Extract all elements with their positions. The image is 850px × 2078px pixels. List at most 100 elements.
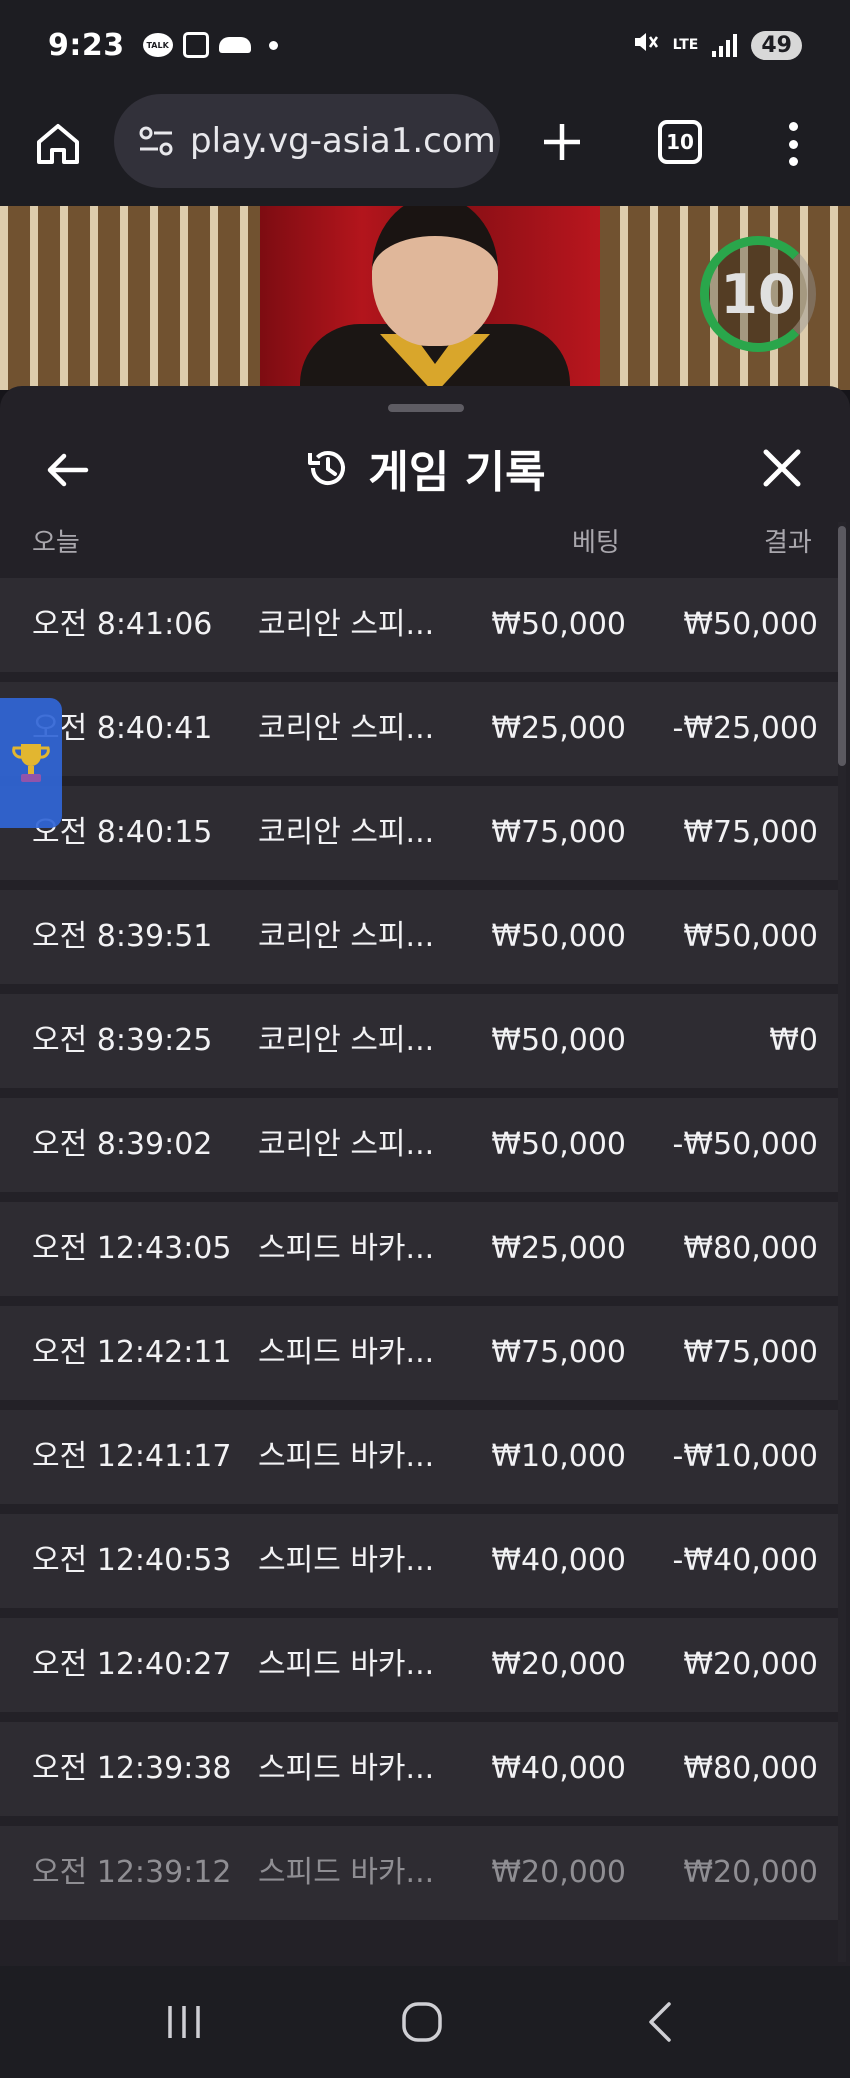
history-row[interactable]: 오전 12:41:17 스피드 바카... ₩10,000 -₩10,000 <box>0 1410 838 1504</box>
column-header-bet: 베팅 <box>572 528 620 558</box>
row-game: 코리안 스피... <box>258 815 435 850</box>
row-result: ₩50,000 <box>683 607 818 642</box>
row-bet: ₩20,000 <box>491 1855 626 1890</box>
column-headers: 오늘 베팅 결과 <box>0 522 850 564</box>
row-bet: ₩50,000 <box>491 1023 626 1058</box>
history-row[interactable]: 오전 8:40:41 코리안 스피... ₩25,000 -₩25,000 <box>0 682 838 776</box>
row-result: ₩0 <box>769 1023 818 1058</box>
row-result: ₩20,000 <box>683 1855 818 1890</box>
drag-handle[interactable] <box>388 404 464 412</box>
history-row[interactable]: 오전 12:39:38 스피드 바카... ₩40,000 ₩80,000 <box>0 1722 838 1816</box>
address-bar[interactable]: play.vg-asia1.com <box>114 94 500 188</box>
row-bet: ₩40,000 <box>491 1751 626 1786</box>
lte-icon: LTE <box>672 37 699 53</box>
row-bet: ₩50,000 <box>491 1127 626 1162</box>
screenshot-icon <box>182 32 209 58</box>
row-time: 오전 12:39:12 <box>32 1855 232 1890</box>
row-bet: ₩25,000 <box>491 1231 626 1266</box>
battery-icon: 49 <box>751 30 802 60</box>
row-game: 스피드 바카... <box>258 1335 435 1370</box>
system-status-icons: LTE 49 <box>631 28 802 63</box>
history-row[interactable]: 오전 8:39:02 코리안 스피... ₩50,000 -₩50,000 <box>0 1098 838 1192</box>
row-result: ₩80,000 <box>683 1231 818 1266</box>
row-game: 코리안 스피... <box>258 1023 435 1058</box>
row-game: 코리안 스피... <box>258 711 435 746</box>
home-circle-icon <box>402 2002 442 2042</box>
scrollbar-thumb[interactable] <box>838 526 846 766</box>
new-tab-button[interactable] <box>532 112 592 172</box>
row-bet: ₩10,000 <box>491 1439 626 1474</box>
more-vert-icon[interactable] <box>778 116 808 172</box>
history-row[interactable]: 오전 8:41:06 코리안 스피... ₩50,000 ₩50,000 <box>0 578 838 672</box>
kakaotalk-icon: TALK <box>142 33 173 57</box>
row-time: 오전 12:43:05 <box>32 1231 232 1266</box>
row-result: ₩20,000 <box>683 1647 818 1682</box>
home-icon <box>37 124 79 164</box>
back-nav-button[interactable] <box>630 1994 690 2050</box>
browser-toolbar: play.vg-asia1.com 10 <box>0 90 850 206</box>
close-button[interactable] <box>752 438 812 498</box>
row-time: 오전 8:39:02 <box>32 1127 213 1162</box>
shoe-icon <box>218 37 251 53</box>
row-result: ₩75,000 <box>683 1335 818 1370</box>
tune-icon[interactable] <box>136 121 176 161</box>
history-row[interactable]: 오전 12:42:11 스피드 바카... ₩75,000 ₩75,000 <box>0 1306 838 1400</box>
row-game: 스피드 바카... <box>258 1647 435 1682</box>
chevron-left-icon <box>649 2002 671 2042</box>
mute-icon <box>631 28 659 63</box>
row-bet: ₩75,000 <box>491 1335 626 1370</box>
history-row[interactable]: 오전 8:39:25 코리안 스피... ₩50,000 ₩0 <box>0 994 838 1088</box>
tabs-button[interactable]: 10 <box>658 120 702 164</box>
dealer-head <box>372 206 498 346</box>
row-result: -₩40,000 <box>672 1543 818 1578</box>
system-navigation-bar <box>0 1966 850 2078</box>
arrow-left-icon <box>47 453 89 487</box>
row-game: 코리안 스피... <box>258 607 435 642</box>
row-result: ₩50,000 <box>683 919 818 954</box>
column-header-date: 오늘 <box>32 528 80 558</box>
row-game: 스피드 바카... <box>258 1855 435 1890</box>
game-history-panel: 게임 기록 오늘 베팅 결과 오전 8:41:06 코리안 스피... ₩50,00… <box>0 386 850 1966</box>
row-time: 오전 12:42:11 <box>32 1335 232 1370</box>
row-game: 코리안 스피... <box>258 1127 435 1162</box>
row-bet: ₩50,000 <box>491 607 626 642</box>
history-row[interactable]: 오전 8:40:15 코리안 스피... ₩75,000 ₩75,000 <box>0 786 838 880</box>
row-game: 코리안 스피... <box>258 919 435 954</box>
home-nav-button[interactable] <box>392 1994 452 2050</box>
column-header-result: 결과 <box>764 528 812 558</box>
row-time: 오전 8:41:06 <box>32 607 213 642</box>
countdown-timer: 10 <box>700 236 816 352</box>
row-bet: ₩20,000 <box>491 1647 626 1682</box>
row-result: ₩80,000 <box>683 1751 818 1786</box>
url-text: play.vg-asia1.com <box>190 121 496 161</box>
row-game: 스피드 바카... <box>258 1439 435 1474</box>
row-result: ₩75,000 <box>683 815 818 850</box>
row-time: 오전 12:41:17 <box>32 1439 232 1474</box>
row-result: -₩50,000 <box>672 1127 818 1162</box>
row-game: 스피드 바카... <box>258 1543 435 1578</box>
back-button[interactable] <box>38 440 98 500</box>
recents-icon <box>168 2006 200 2038</box>
panel-title-group: 게임 기록 <box>0 422 850 514</box>
recents-button[interactable] <box>154 1994 214 2050</box>
row-result: -₩25,000 <box>672 711 818 746</box>
row-bet: ₩40,000 <box>491 1543 626 1578</box>
home-button[interactable] <box>28 114 88 174</box>
trophy-button[interactable] <box>0 698 62 828</box>
history-row[interactable]: 오전 12:40:53 스피드 바카... ₩40,000 -₩40,000 <box>0 1514 838 1608</box>
history-row[interactable]: 오전 12:39:12 스피드 바카... ₩20,000 ₩20,000 <box>0 1826 838 1920</box>
history-row[interactable]: 오전 12:40:27 스피드 바카... ₩20,000 ₩20,000 <box>0 1618 838 1712</box>
background-lattice-left <box>0 206 260 390</box>
panel-title: 게임 기록 <box>368 447 546 498</box>
notification-icons: TALK <box>142 32 278 58</box>
status-time: 9:23 <box>48 27 125 63</box>
history-row[interactable]: 오전 12:43:05 스피드 바카... ₩25,000 ₩80,000 <box>0 1202 838 1296</box>
row-bet: ₩25,000 <box>491 711 626 746</box>
row-game: 스피드 바카... <box>258 1231 435 1266</box>
close-icon <box>763 449 801 487</box>
more-notifications-dot-icon <box>268 40 278 50</box>
history-row[interactable]: 오전 8:39:51 코리안 스피... ₩50,000 ₩50,000 <box>0 890 838 984</box>
row-game: 스피드 바카... <box>258 1751 435 1786</box>
signal-icon <box>712 33 738 57</box>
live-video-feed[interactable]: 10 <box>0 206 850 390</box>
